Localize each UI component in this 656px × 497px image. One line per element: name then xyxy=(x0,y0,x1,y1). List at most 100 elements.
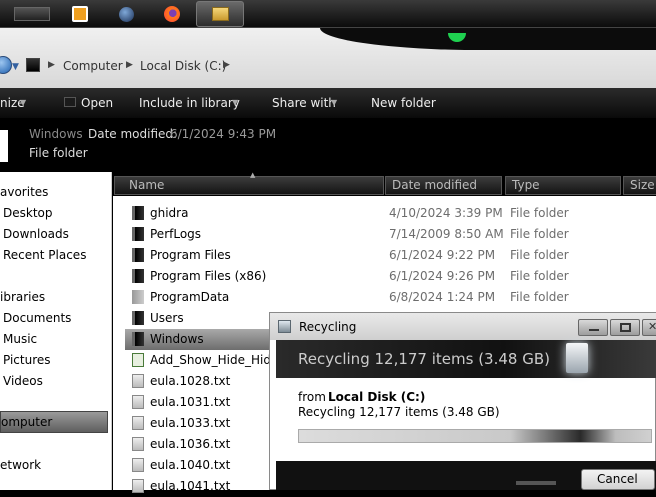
file-name: eula.1041.txt xyxy=(150,479,231,493)
text-file-icon xyxy=(132,416,144,430)
nav-item-pictures[interactable]: Pictures xyxy=(3,353,51,367)
details-pane: Windows Date modified: 6/1/2024 9:43 PM … xyxy=(0,118,656,172)
folder-large-icon xyxy=(0,130,8,162)
cancel-button[interactable]: Cancel xyxy=(581,469,655,490)
file-type: File folder xyxy=(510,227,569,241)
taskbar-button-explorer[interactable] xyxy=(196,1,244,27)
nav-item-videos[interactable]: Videos xyxy=(3,374,43,388)
sort-indicator-icon: ▲ xyxy=(250,171,256,179)
maximize-button[interactable] xyxy=(610,319,640,336)
file-name: Add_Show_Hide_Hidd xyxy=(150,353,279,367)
text-file-icon xyxy=(132,395,144,409)
file-name: Program Files (x86) xyxy=(150,269,267,283)
nav-item-computer[interactable]: omputer xyxy=(0,411,108,433)
file-name: eula.1036.txt xyxy=(150,437,231,451)
open-button[interactable]: Open xyxy=(81,96,113,110)
folder-icon xyxy=(132,269,144,283)
from-label: from xyxy=(298,390,326,404)
registry-file-icon xyxy=(132,353,144,367)
file-row[interactable]: PerfLogs 7/14/2009 8:50 AM File folder xyxy=(125,224,656,245)
command-toolbar: nize ▼ Open Include in library ▼ Share w… xyxy=(0,88,656,118)
breadcrumb-separator-icon: ▶ xyxy=(223,60,230,70)
taskbar xyxy=(0,0,656,28)
column-name-label: Name xyxy=(129,178,165,192)
column-header-name[interactable]: Name xyxy=(114,176,384,195)
history-dropdown-icon[interactable]: ▼ xyxy=(12,62,19,72)
file-name: eula.1040.txt xyxy=(150,458,231,472)
new-folder-button[interactable]: New folder xyxy=(371,96,436,110)
details-modified-value: 6/1/2024 9:43 PM xyxy=(170,127,277,141)
nav-item-documents[interactable]: Documents xyxy=(3,311,71,325)
file-name: Windows xyxy=(150,332,204,346)
column-date-label: Date modified xyxy=(392,178,478,192)
file-name: ghidra xyxy=(150,206,189,220)
nav-favorites-header[interactable]: avorites xyxy=(0,185,48,199)
file-name: Program Files xyxy=(150,248,231,262)
column-size-label: Size xyxy=(630,178,655,192)
file-name: Users xyxy=(150,311,184,325)
folder-icon xyxy=(132,227,144,241)
dialog-title: Recycling xyxy=(299,320,357,334)
minimize-button[interactable] xyxy=(578,319,608,336)
file-name: ProgramData xyxy=(150,290,230,304)
file-name: eula.1033.txt xyxy=(150,416,231,430)
folder-icon xyxy=(132,248,144,262)
maximize-icon xyxy=(620,323,631,332)
breadcrumb-separator-icon: ▶ xyxy=(126,60,133,70)
file-row[interactable]: ProgramData 6/8/2024 1:24 PM File folder xyxy=(125,287,656,308)
text-file-icon xyxy=(132,374,144,388)
nav-item-downloads[interactable]: Downloads xyxy=(3,227,69,241)
column-header-type[interactable]: Type xyxy=(505,176,621,195)
share-with-button[interactable]: Share with xyxy=(272,96,336,110)
folder-icon xyxy=(132,311,144,325)
file-date: 6/1/2024 9:26 PM xyxy=(389,269,496,283)
file-type: File folder xyxy=(510,290,569,304)
text-file-icon xyxy=(132,458,144,472)
nav-network-header[interactable]: etwork xyxy=(0,458,41,472)
dialog-banner-text: Recycling 12,177 items (3.48 GB) xyxy=(298,350,550,368)
folder-icon xyxy=(132,206,144,220)
file-date: 6/1/2024 9:22 PM xyxy=(389,248,496,262)
column-header-size[interactable]: Size xyxy=(623,176,656,195)
orb-app-icon xyxy=(118,6,134,22)
dialog-status: Recycling 12,177 items (3.48 GB) xyxy=(298,405,500,419)
from-value: Local Disk (C:) xyxy=(328,390,426,404)
text-file-icon xyxy=(132,437,144,451)
share-dropdown-icon: ▼ xyxy=(331,98,338,107)
nav-computer-label: omputer xyxy=(1,415,53,429)
nav-item-recent-places[interactable]: Recent Places xyxy=(3,248,86,262)
column-header-date[interactable]: Date modified xyxy=(385,176,502,195)
media-player-icon xyxy=(72,6,88,22)
file-row[interactable]: Program Files (x86) 6/1/2024 9:26 PM File … xyxy=(125,266,656,287)
file-row[interactable]: ghidra 4/10/2024 3:39 PM File folder xyxy=(125,203,656,224)
taskbar-button-desktop[interactable] xyxy=(8,1,56,27)
breadcrumb-computer[interactable]: Computer xyxy=(63,59,123,73)
file-row[interactable]: Program Files 6/1/2024 9:22 PM File folder xyxy=(125,245,656,266)
column-type-label: Type xyxy=(512,178,540,192)
file-date: 6/8/2024 1:24 PM xyxy=(389,290,496,304)
taskbar-button-orb[interactable] xyxy=(102,1,150,27)
cancel-label: Cancel xyxy=(597,472,638,486)
footer-chevron-icon xyxy=(516,481,556,485)
nav-libraries-header[interactable]: ibraries xyxy=(0,290,45,304)
glow-indicator-icon xyxy=(448,33,466,42)
close-button[interactable]: ✕ xyxy=(642,319,656,336)
folder-icon xyxy=(132,332,144,346)
file-name: eula.1028.txt xyxy=(150,374,231,388)
file-type: File folder xyxy=(510,206,569,220)
desktop-icon xyxy=(14,7,50,21)
include-in-library-button[interactable]: Include in library xyxy=(139,96,240,110)
include-dropdown-icon: ▼ xyxy=(232,98,239,107)
recycle-bin-icon xyxy=(278,320,291,333)
organize-dropdown-icon: ▼ xyxy=(20,98,27,107)
taskbar-button-firefox[interactable] xyxy=(148,1,196,27)
dialog-banner: Recycling 12,177 items (3.48 GB) xyxy=(276,340,656,378)
breadcrumb-local-disk[interactable]: Local Disk (C:) xyxy=(140,59,226,73)
nav-item-music[interactable]: Music xyxy=(3,332,37,346)
taskbar-button-media[interactable] xyxy=(56,1,104,27)
nav-item-desktop[interactable]: Desktop xyxy=(3,206,53,220)
file-date: 4/10/2024 3:39 PM xyxy=(389,206,503,220)
computer-icon xyxy=(26,58,40,72)
details-name: Windows xyxy=(29,127,83,141)
details-type: File folder xyxy=(29,146,88,160)
